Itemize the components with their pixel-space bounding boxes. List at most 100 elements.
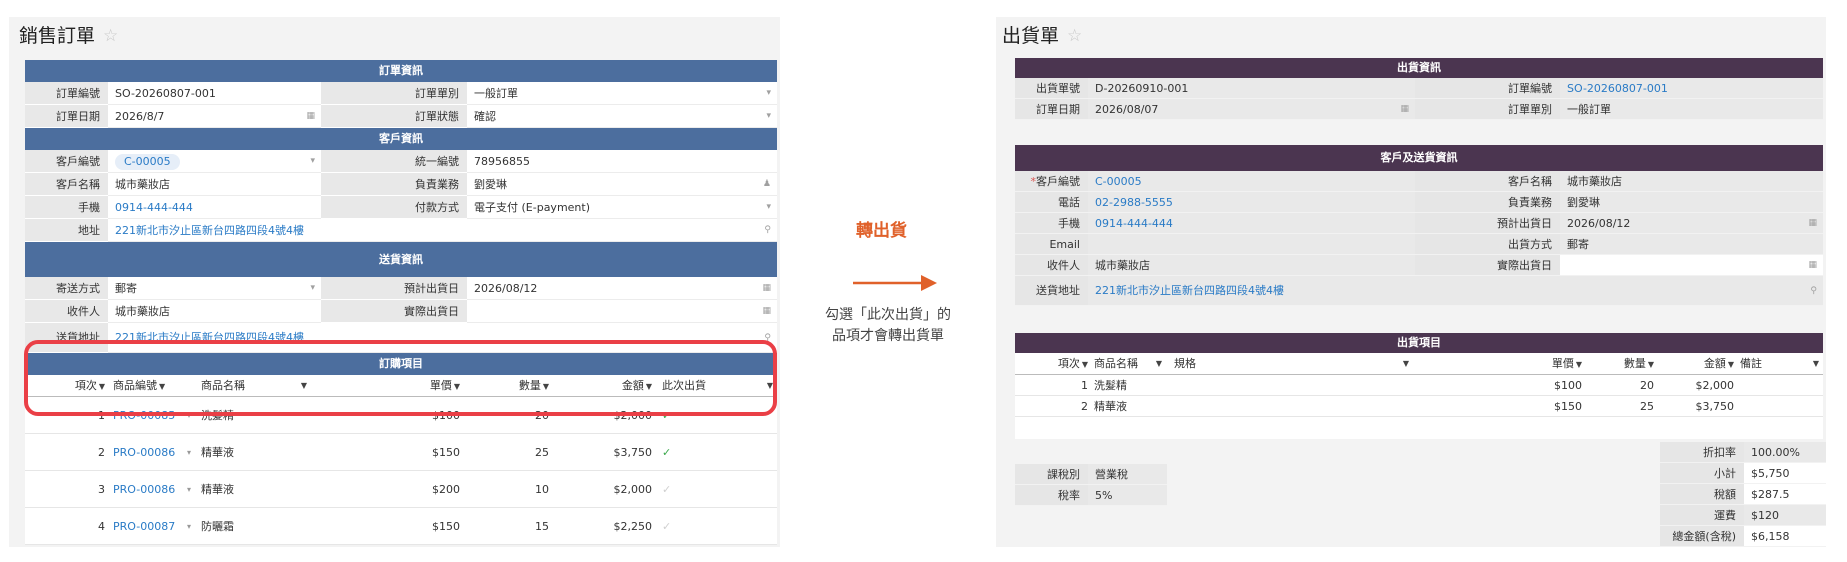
tax-rate-field[interactable]: 5%	[1088, 485, 1167, 506]
ship-now-checkbox[interactable]: ✓	[652, 471, 777, 507]
table-row[interactable]: 1 PRO-00085 ▾ 洗髮精 $100 20 $2,000 ✓	[25, 397, 777, 434]
row-amount: $2,250	[613, 520, 653, 533]
row-qty: 25	[1640, 400, 1654, 413]
mobile-value[interactable]: 0914-444-444	[115, 201, 193, 214]
row-name: 防曬霜	[201, 520, 234, 533]
customer-no-value[interactable]: C-00005	[115, 154, 180, 170]
receiver-field[interactable]: 城市藥妝店	[108, 300, 321, 323]
col-name[interactable]: 商品名稱 ▼	[193, 375, 311, 396]
customer-no-select[interactable]: C-00005 ▾	[108, 150, 321, 173]
ship-address-field[interactable]: 221新北市汐止區新台四路四段4號4樓 ⚲	[108, 323, 777, 353]
col-name[interactable]: 商品名稱 ▼	[1088, 353, 1166, 374]
col-price[interactable]: 單價 ▼	[311, 375, 460, 396]
row-qty: 20	[1640, 379, 1654, 392]
ship-now-checkbox[interactable]: ✓	[652, 434, 777, 470]
mobile-field[interactable]: 0914-444-444	[1088, 213, 1415, 234]
chevron-down-icon: ▾	[186, 448, 191, 457]
order-no-field[interactable]: SO-20260807-001	[1560, 78, 1823, 99]
table-row[interactable]: 4 PRO-00087 ▾ 防曬霜 $150 15 $2,250 ✓	[25, 508, 777, 545]
order-no-value: SO-20260807-001	[115, 87, 216, 100]
discount-field[interactable]: 100.00%	[1744, 442, 1826, 463]
mobile-link[interactable]: 0914-444-444	[1095, 217, 1173, 230]
col-no[interactable]: 項次 ▼	[1015, 353, 1088, 374]
address-value[interactable]: 221新北市汐止區新台四路四段4號4樓	[115, 224, 304, 237]
table-row[interactable]: 1 洗髮精 $100 20 $2,000	[1015, 375, 1823, 396]
row-amount: $2,000	[613, 409, 653, 422]
ship-method-select[interactable]: 郵寄 ▾	[108, 277, 321, 300]
order-date-field[interactable]: 2026/8/7 ▦	[108, 105, 321, 128]
chevron-down-icon: ▾	[310, 283, 315, 293]
ship-address-field[interactable]: 221新北市汐止區新台四路四段4號4樓 ⚲	[1088, 276, 1823, 306]
payment-select[interactable]: 電子支付 (E-payment) ▾	[467, 196, 777, 219]
col-price[interactable]: 單價 ▼	[1415, 353, 1582, 374]
product-code-link[interactable]: PRO-00087	[113, 520, 175, 533]
customer-no-field[interactable]: C-00005	[1088, 171, 1415, 192]
receiver-field[interactable]: 城市藥妝店	[1088, 255, 1415, 276]
customer-no-link[interactable]: C-00005	[1095, 175, 1142, 188]
col-amount[interactable]: 金額 ▼	[1654, 353, 1734, 374]
mobile-field[interactable]: 0914-444-444	[108, 196, 321, 219]
est-ship-date-field[interactable]: 2026/08/12 ▦	[1560, 213, 1823, 234]
order-no-link[interactable]: SO-20260807-001	[1567, 82, 1668, 95]
col-ship-now[interactable]: 此次出貨 ▼	[652, 375, 777, 396]
ship-method-field[interactable]: 郵寄	[1560, 234, 1823, 255]
star-icon[interactable]: ☆	[1067, 26, 1082, 46]
est-ship-date-field[interactable]: 2026/08/12 ▦	[467, 277, 777, 300]
table-row[interactable]: 3 PRO-00086 ▾ 精華液 $200 10 $2,000 ✓	[25, 471, 777, 508]
shipping-fee-field[interactable]: $120	[1744, 505, 1826, 526]
row-code[interactable]: PRO-00087 ▾	[105, 508, 193, 544]
chevron-down-icon: ▾	[186, 522, 191, 531]
address-field[interactable]: 221新北市汐止區新台四路四段4號4樓 ⚲	[108, 219, 777, 242]
ship-address-link[interactable]: 221新北市汐止區新台四路四段4號4樓	[1095, 284, 1284, 297]
check-icon: ✓	[662, 409, 672, 422]
actual-ship-date-field[interactable]: ▦	[467, 300, 777, 323]
sales-rep-field[interactable]: 劉愛琳 ♟	[467, 173, 777, 196]
col-no[interactable]: 項次 ▼	[25, 375, 105, 396]
order-no-field[interactable]: SO-20260807-001	[108, 82, 321, 105]
ship-no-field[interactable]: D-20260910-001	[1088, 78, 1415, 99]
ship-now-checkbox[interactable]: ✓	[652, 508, 777, 544]
ship-method-value: 郵寄	[115, 282, 137, 295]
table-row[interactable]: 2 PRO-00086 ▾ 精華液 $150 25 $3,750 ✓	[25, 434, 777, 471]
col-spec[interactable]: 規格 ▼	[1166, 353, 1415, 374]
col-code[interactable]: 商品編號 ▼	[105, 375, 193, 396]
row-no: 3	[98, 483, 105, 496]
order-type-field[interactable]: 一般訂單	[1560, 99, 1823, 120]
tax-id-field[interactable]: 78956855	[467, 150, 777, 173]
tax-id-value: 78956855	[474, 155, 530, 168]
sales-rep-field[interactable]: 劉愛琳	[1560, 192, 1823, 213]
col-qty[interactable]: 數量 ▼	[1582, 353, 1654, 374]
product-code-link[interactable]: PRO-00086	[113, 446, 175, 459]
order-date-field[interactable]: 2026/08/07 ▦	[1088, 99, 1415, 120]
col-remark[interactable]: 備註 ▼	[1734, 353, 1823, 374]
row-code[interactable]: PRO-00085 ▾	[105, 397, 193, 433]
product-code-link[interactable]: PRO-00085	[113, 409, 175, 422]
product-code-link[interactable]: PRO-00086	[113, 483, 175, 496]
sales-rep-label: 負責業務	[321, 173, 467, 196]
receiver-label: 收件人	[25, 300, 108, 323]
email-field[interactable]	[1088, 234, 1415, 255]
row-no: 2	[1081, 400, 1088, 413]
customer-name-field[interactable]: 城市藥妝店	[108, 173, 321, 196]
ship-now-checkbox[interactable]: ✓	[652, 397, 777, 433]
col-qty[interactable]: 數量 ▼	[460, 375, 549, 396]
customer-name-field[interactable]: 城市藥妝店	[1560, 171, 1823, 192]
phone-field[interactable]: 02-2988-5555	[1088, 192, 1415, 213]
tax-type-field[interactable]: 營業稅	[1088, 464, 1167, 485]
section-header-delivery-info: 送貨資訊	[25, 242, 777, 277]
est-ship-date-label: 預計出貨日	[1415, 213, 1560, 234]
ship-address-value[interactable]: 221新北市汐止區新台四路四段4號4樓	[115, 331, 304, 344]
order-date-value: 2026/08/07	[1095, 103, 1159, 116]
row-code[interactable]: PRO-00086 ▾	[105, 471, 193, 507]
check-icon: ✓	[662, 483, 672, 496]
star-icon[interactable]: ☆	[103, 26, 118, 46]
phone-link[interactable]: 02-2988-5555	[1095, 196, 1173, 209]
sales-rep-value: 劉愛琳	[474, 178, 507, 191]
row-code[interactable]: PRO-00086 ▾	[105, 434, 193, 470]
order-status-select[interactable]: 確認 ▾	[467, 105, 777, 128]
order-type-value: 一般訂單	[1567, 103, 1611, 116]
col-amount[interactable]: 金額 ▼	[549, 375, 652, 396]
table-row[interactable]: 2 精華液 $150 25 $3,750	[1015, 396, 1823, 417]
actual-ship-date-field[interactable]: ▦	[1560, 255, 1823, 276]
order-type-select[interactable]: 一般訂單 ▾	[467, 82, 777, 105]
